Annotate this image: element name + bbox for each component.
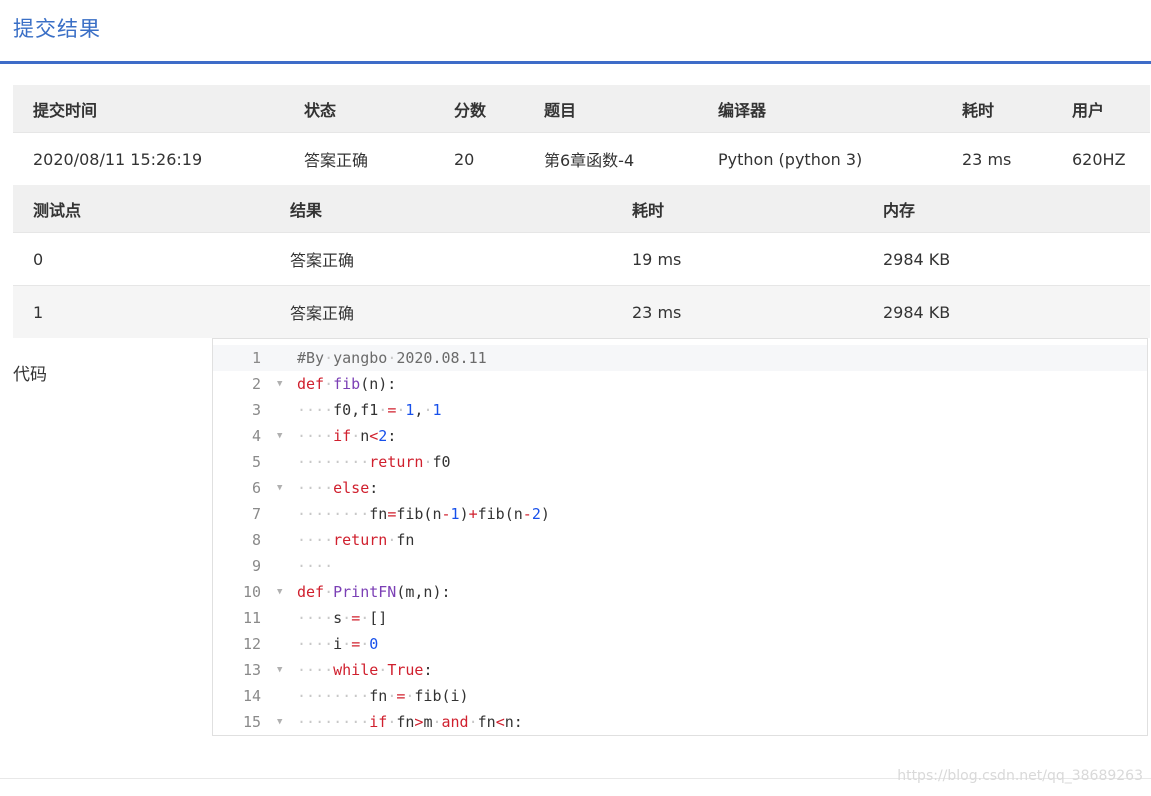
col-header-testpoint: 测试点 [13,185,270,233]
code-text: ····if·n<2: [297,427,397,445]
code-text: ····i·=·0 [297,635,379,653]
table-row: 0 答案正确 19 ms 2984 KB [13,232,1150,286]
testpoint-memory: 2984 KB [863,232,1150,286]
code-line[interactable]: 10 ▼ def·PrintFN(m,n): [213,579,1147,605]
submission-time: 2020/08/11 15:26:19 [13,132,284,185]
code-text: ····else: [297,479,379,497]
testpoint-id: 0 [13,232,270,286]
col-header-status: 状态 [284,85,434,133]
line-number: 5 [251,453,261,471]
testpoint-result: 答案正确 [270,285,612,338]
submission-user: 620HZ [1052,132,1150,185]
code-text: ········return·f0 [297,453,451,471]
line-number: 14 [242,687,261,705]
code-line[interactable]: 13 ▼ ····while·True: [213,657,1147,683]
testpoint-id: 1 [13,285,270,338]
submission-compiler: Python (python 3) [698,132,942,185]
watermark: https://blog.csdn.net/qq_38689263 [897,768,1143,784]
fold-arrow-icon[interactable]: ▼ [277,423,282,449]
code-line[interactable]: 14 ········fn·=·fib(i) [213,683,1147,709]
submission-table: 提交时间 状态 分数 题目 编译器 耗时 用户 2020/08/11 15:26… [13,85,1150,185]
code-text: def·fib(n): [297,375,397,393]
line-number: 2 [251,375,261,393]
col-header-user: 用户 [1052,85,1150,133]
code-text: ····while·True: [297,661,433,679]
code-line[interactable]: 11 ····s·=·[] [213,605,1147,631]
submission-header-row: 提交时间 状态 分数 题目 编译器 耗时 用户 [13,85,1150,133]
code-text: ········fn·=·fib(i) [297,687,469,705]
code-line[interactable]: 1 #By·yangbo·2020.08.11 [213,345,1147,371]
code-text: ···· [297,557,334,575]
fold-arrow-icon[interactable]: ▼ [277,709,282,735]
col-header-tp-time: 耗时 [612,185,863,233]
line-number: 4 [251,427,261,445]
code-line[interactable]: 9 ···· [213,553,1147,579]
testpoint-result: 答案正确 [270,232,612,286]
line-number: 15 [242,713,261,731]
line-number: 13 [242,661,261,679]
problem-link[interactable]: 第6章函数-4 [524,132,698,185]
code-line[interactable]: 7 ········fn=fib(n-1)+fib(n-2) [213,501,1147,527]
line-number: 3 [251,401,261,419]
col-header-problem: 题目 [524,85,698,133]
col-header-result: 结果 [270,185,612,233]
fold-arrow-icon[interactable]: ▼ [277,371,282,397]
line-number: 9 [251,557,261,575]
code-line[interactable]: 2 ▼ def·fib(n): [213,371,1147,397]
line-number: 8 [251,531,261,549]
code-editor[interactable]: 1 #By·yangbo·2020.08.11 2 ▼ def·fib(n): 3 ····… [212,338,1148,736]
line-number: 1 [251,349,261,367]
col-header-score: 分数 [434,85,524,133]
col-header-compiler: 编译器 [698,85,942,133]
code-text: ········if·fn>m·and·fn<n: [297,713,523,731]
testpoint-memory: 2984 KB [863,285,1150,338]
submission-elapsed: 23 ms [942,132,1052,185]
testpoint-header-row: 测试点 结果 耗时 内存 [13,185,1150,233]
code-text: ····return·fn [297,531,415,549]
line-number: 12 [242,635,261,653]
code-text: ········fn=fib(n-1)+fib(n-2) [297,505,550,523]
fold-arrow-icon[interactable]: ▼ [277,657,282,683]
col-header-elapsed: 耗时 [942,85,1052,133]
fold-arrow-icon[interactable]: ▼ [277,475,282,501]
code-text: ····f0,f1·=·1,·1 [297,401,442,419]
code-line[interactable]: 3 ····f0,f1·=·1,·1 [213,397,1147,423]
submission-score: 20 [434,132,524,185]
page-title: 提交结果 [13,17,101,41]
fold-arrow-icon[interactable]: ▼ [277,579,282,605]
code-line[interactable]: 12 ····i·=·0 [213,631,1147,657]
table-row: 2020/08/11 15:26:19 答案正确 20 第6章函数-4 Pyth… [13,132,1150,185]
testpoint-time: 23 ms [612,285,863,338]
code-line[interactable]: 4 ▼ ····if·n<2: [213,423,1147,449]
submission-status: 答案正确 [284,132,434,185]
code-line[interactable]: 8 ····return·fn [213,527,1147,553]
line-number: 7 [251,505,261,523]
table-row: 1 答案正确 23 ms 2984 KB [13,285,1150,338]
line-number: 6 [251,479,261,497]
col-header-memory: 内存 [863,185,1150,233]
code-line[interactable]: 6 ▼ ····else: [213,475,1147,501]
line-number: 11 [242,609,261,627]
code-text: def·PrintFN(m,n): [297,583,451,601]
testpoint-table: 测试点 结果 耗时 内存 0 答案正确 19 ms 2984 KB 1 答案正确… [13,185,1150,338]
page-header: 提交结果 [0,0,1151,64]
code-text: #By·yangbo·2020.08.11 [297,349,487,367]
code-line[interactable]: 5 ········return·f0 [213,449,1147,475]
line-number: 10 [242,583,261,601]
code-line[interactable]: 15 ▼ ········if·fn>m·and·fn<n: [213,709,1147,735]
testpoint-time: 19 ms [612,232,863,286]
code-text: ····s·=·[] [297,609,388,627]
col-header-time: 提交时间 [13,85,284,133]
code-label: 代码 [13,365,47,385]
